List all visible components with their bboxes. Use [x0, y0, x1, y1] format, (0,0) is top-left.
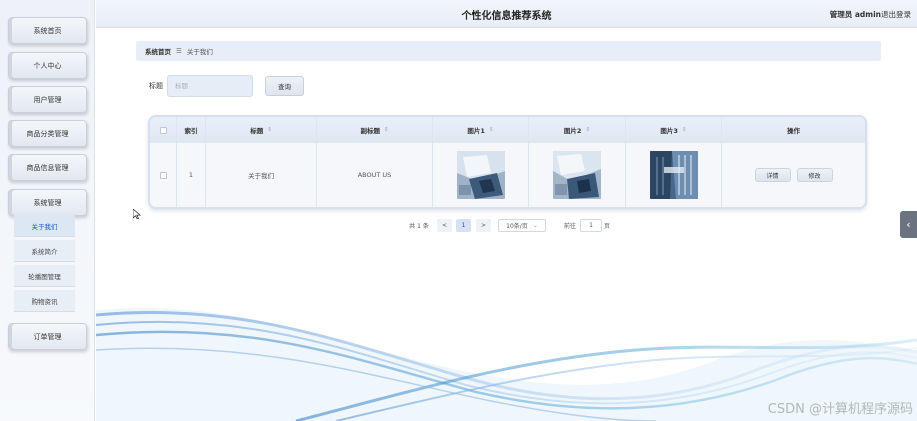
thumbnail-image-1[interactable]: [456, 151, 505, 199]
sidebar-item-products[interactable]: 商品信息管理: [8, 154, 87, 181]
header-subtitle[interactable]: 副标题 ⇕: [317, 117, 433, 143]
breadcrumb-home[interactable]: 系统首页: [145, 46, 171, 56]
select-all-checkbox[interactable]: [159, 126, 167, 134]
header-img2-label: 图片2: [563, 127, 582, 135]
page-size-select[interactable]: 10条/页 ⌄: [498, 219, 546, 232]
submenu-news[interactable]: 购物资讯: [14, 290, 75, 312]
top-header: 个性化信息推荐系统 管理员 admin 退出登录: [96, 0, 917, 28]
row-img3-cell: [626, 143, 722, 207]
pagination-total: 共 1 条: [409, 223, 429, 230]
pagination-page-unit: 页: [603, 223, 610, 230]
header-ops: 操作: [787, 127, 800, 135]
sidebar-item-users[interactable]: 用户管理: [8, 86, 87, 113]
sidebar-item-orders[interactable]: 订单管理: [8, 323, 87, 350]
row-index: 1: [177, 143, 206, 207]
breadcrumb-current: 关于我们: [186, 48, 213, 56]
sidebar: 系统首页 个人中心 用户管理 商品分类管理 商品信息管理 系统管理 关于我们 系…: [0, 0, 95, 421]
row-title: 关于我们: [206, 143, 317, 207]
sort-icon[interactable]: ⇕: [267, 127, 272, 133]
title-search-input[interactable]: [167, 75, 253, 97]
search-button[interactable]: 查询: [265, 76, 304, 96]
chevron-down-icon: ⌄: [532, 222, 538, 229]
chevron-left-icon[interactable]: ‹: [900, 211, 917, 238]
header-img2[interactable]: 图片2 ⇕: [529, 117, 626, 143]
edit-button[interactable]: 修改: [796, 168, 833, 182]
pagination-prev-button[interactable]: <: [437, 219, 452, 232]
mouse-cursor-icon: [133, 209, 141, 219]
current-user: 管理员 admin: [829, 10, 881, 19]
submenu-carousel[interactable]: 轮播图管理: [14, 265, 75, 287]
table-header: 索引 标题 ⇕ 副标题 ⇕ 图片1 ⇕ 图片2 ⇕ 图片3 ⇕ 操作: [150, 117, 865, 143]
row-checkbox[interactable]: [159, 171, 167, 179]
submenu-intro[interactable]: 系统简介: [14, 240, 75, 262]
data-table: 索引 标题 ⇕ 副标题 ⇕ 图片1 ⇕ 图片2 ⇕ 图片3 ⇕ 操作 1 关于我…: [148, 115, 867, 209]
sort-icon[interactable]: ⇕: [489, 127, 494, 133]
logout-link[interactable]: 退出登录: [881, 9, 911, 20]
header-index: 索引: [177, 117, 206, 143]
header-title[interactable]: 标题 ⇕: [206, 117, 317, 143]
app-title: 个性化信息推荐系统: [461, 11, 552, 22]
sort-icon[interactable]: ⇕: [585, 127, 590, 133]
sidebar-item-category[interactable]: 商品分类管理: [8, 120, 87, 147]
breadcrumb: 系统首页 ☰ 关于我们: [136, 41, 881, 61]
header-img1[interactable]: 图片1 ⇕: [433, 117, 529, 143]
thumbnail-image-3[interactable]: [649, 151, 698, 199]
header-img3-label: 图片3: [660, 127, 678, 135]
detail-button[interactable]: 详情: [754, 168, 791, 182]
thumbnail-image-2[interactable]: [553, 151, 601, 199]
header-img3[interactable]: 图片3 ⇕: [626, 117, 722, 143]
sort-icon[interactable]: ⇕: [682, 127, 687, 133]
submenu-about[interactable]: 关于我们: [14, 215, 75, 237]
header-img1-label: 图片1: [467, 127, 485, 135]
pagination-goto-input[interactable]: 1: [580, 219, 602, 232]
row-img1-cell: [433, 143, 529, 207]
row-ops: 详情 修改: [722, 143, 865, 207]
pagination-next-button[interactable]: >: [476, 219, 491, 232]
row-img2-cell: [529, 143, 626, 207]
page-size-value: 10条/页: [506, 223, 528, 230]
watermark-text: CSDN @计算机程序源码: [767, 402, 913, 417]
decorative-wave-background: [96, 308, 917, 421]
sort-icon[interactable]: ⇕: [384, 127, 389, 133]
row-subtitle: ABOUT US: [317, 143, 433, 207]
header-checkbox-cell: [150, 117, 177, 143]
header-subtitle-label: 副标题: [360, 127, 380, 135]
table-row: 1 关于我们 ABOUT US 详情 修改: [150, 143, 865, 207]
sidebar-item-profile[interactable]: 个人中心: [8, 52, 87, 79]
row-checkbox-cell: [150, 143, 177, 207]
sidebar-item-system[interactable]: 系统管理: [8, 189, 87, 216]
sidebar-item-home[interactable]: 系统首页: [8, 17, 87, 44]
pagination-page-1[interactable]: 1: [456, 219, 471, 232]
breadcrumb-separator-icon: ☰: [176, 47, 182, 55]
pagination-goto-label: 前往: [563, 223, 576, 230]
header-title-label: 标题: [250, 127, 264, 135]
search-label: 标题: [149, 82, 163, 90]
